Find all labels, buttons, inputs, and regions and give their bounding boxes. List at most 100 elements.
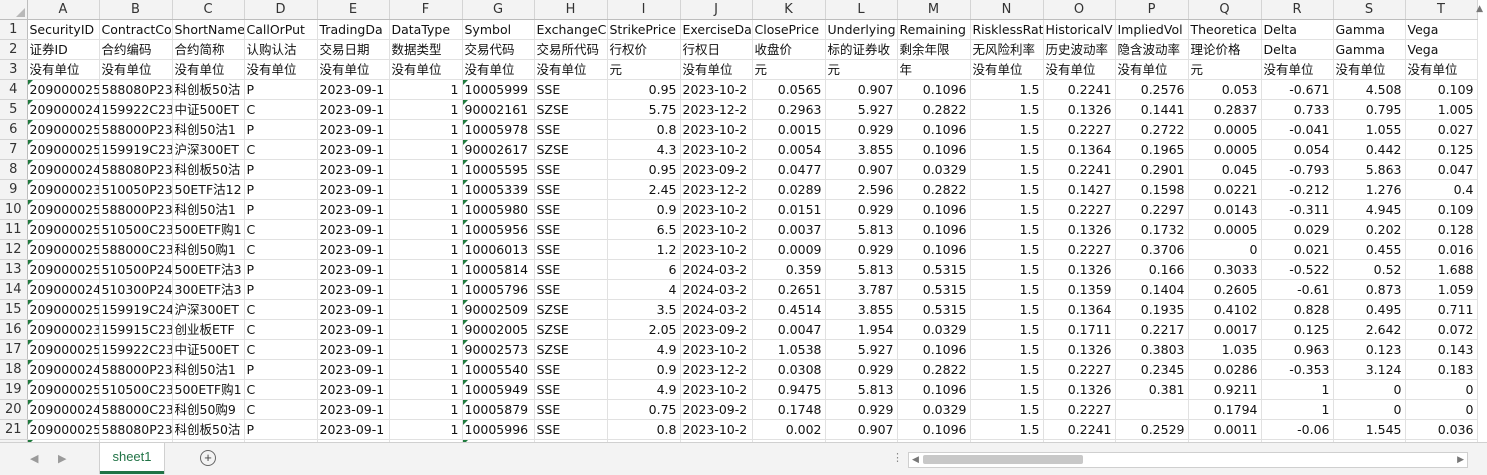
- vertical-scrollbar[interactable]: ▲: [1469, 0, 1487, 442]
- cell-j6[interactable]: 2023-10-2: [680, 119, 753, 140]
- cell-o8[interactable]: 0.2241: [1043, 159, 1116, 180]
- cell-r16[interactable]: 0.125: [1261, 319, 1334, 340]
- cell-f15[interactable]: 1: [389, 299, 463, 320]
- cell-s14[interactable]: 0.873: [1333, 279, 1406, 300]
- row-header[interactable]: 15: [0, 299, 28, 320]
- cell-j8[interactable]: 2023-09-2: [680, 159, 753, 180]
- cell-n7[interactable]: 1.5: [970, 139, 1044, 160]
- cell-j11[interactable]: 2023-10-2: [680, 219, 753, 240]
- cell-j5[interactable]: 2023-12-2: [680, 99, 753, 120]
- cell-i16[interactable]: 2.05: [607, 319, 681, 340]
- cell-k9[interactable]: 0.0289: [752, 179, 826, 200]
- cell-t19[interactable]: 0: [1405, 379, 1478, 400]
- cell-o3[interactable]: 没有单位: [1043, 59, 1116, 80]
- cell-r20[interactable]: 1: [1261, 399, 1334, 420]
- cell-f10[interactable]: 1: [389, 199, 463, 220]
- cell-n21[interactable]: 1.5: [970, 419, 1044, 440]
- cell-f8[interactable]: 1: [389, 159, 463, 180]
- cell-j21[interactable]: 2023-10-2: [680, 419, 753, 440]
- cell-i9[interactable]: 2.45: [607, 179, 681, 200]
- cell-l9[interactable]: 2.596: [825, 179, 898, 200]
- cell-t8[interactable]: 0.047: [1405, 159, 1478, 180]
- cell-p8[interactable]: 0.2901: [1115, 159, 1189, 180]
- cell-j9[interactable]: 2023-12-2: [680, 179, 753, 200]
- row-header[interactable]: 9: [0, 179, 28, 200]
- cell-r8[interactable]: -0.793: [1261, 159, 1334, 180]
- cell-i2[interactable]: 行权价: [607, 39, 681, 60]
- cell-t21[interactable]: 0.036: [1405, 419, 1478, 440]
- cell-r5[interactable]: 0.733: [1261, 99, 1334, 120]
- cell-g1[interactable]: Symbol: [462, 19, 535, 40]
- cell-n4[interactable]: 1.5: [970, 79, 1044, 100]
- cell-d18[interactable]: P: [244, 359, 318, 380]
- cell-t5[interactable]: 1.005: [1405, 99, 1478, 120]
- cell-t7[interactable]: 0.125: [1405, 139, 1478, 160]
- cell-g18[interactable]: 10005540: [462, 359, 535, 380]
- cell-i13[interactable]: 6: [607, 259, 681, 280]
- cell-g3[interactable]: 没有单位: [462, 59, 535, 80]
- cell-c10[interactable]: 科创50沽1: [172, 199, 245, 220]
- cell-l13[interactable]: 5.813: [825, 259, 898, 280]
- cell-q20[interactable]: 0.1794: [1188, 399, 1262, 420]
- column-header-r[interactable]: R: [1261, 0, 1334, 20]
- cell-i12[interactable]: 1.2: [607, 239, 681, 260]
- cell-b2[interactable]: 合约编码: [99, 39, 173, 60]
- cell-p9[interactable]: 0.1598: [1115, 179, 1189, 200]
- cell-c13[interactable]: 500ETF沽3: [172, 259, 245, 280]
- cell-r17[interactable]: 0.963: [1261, 339, 1334, 360]
- cell-k1[interactable]: ClosePrice: [752, 19, 826, 40]
- cell-b4[interactable]: 588080P2309: [99, 79, 173, 100]
- cell-t3[interactable]: 没有单位: [1405, 59, 1478, 80]
- cell-p12[interactable]: 0.3706: [1115, 239, 1189, 260]
- cell-p10[interactable]: 0.2297: [1115, 199, 1189, 220]
- cell-p14[interactable]: 0.1404: [1115, 279, 1189, 300]
- cell-t14[interactable]: 1.059: [1405, 279, 1478, 300]
- cell-s21[interactable]: 1.545: [1333, 419, 1406, 440]
- cell-b5[interactable]: 159922C2312: [99, 99, 173, 120]
- cell-m8[interactable]: 0.0329: [897, 159, 971, 180]
- cell-s4[interactable]: 4.508: [1333, 79, 1406, 100]
- cell-g17[interactable]: 90002573: [462, 339, 535, 360]
- cell-k3[interactable]: 元: [752, 59, 826, 80]
- cell-r10[interactable]: -0.311: [1261, 199, 1334, 220]
- cell-p16[interactable]: 0.2217: [1115, 319, 1189, 340]
- cell-e8[interactable]: 2023-09-1: [317, 159, 390, 180]
- cell-l8[interactable]: 0.907: [825, 159, 898, 180]
- cell-a5[interactable]: 2090000246: [27, 99, 100, 120]
- cell-n6[interactable]: 1.5: [970, 119, 1044, 140]
- cell-d13[interactable]: P: [244, 259, 318, 280]
- cell-q21[interactable]: 0.0011: [1188, 419, 1262, 440]
- cell-q15[interactable]: 0.4102: [1188, 299, 1262, 320]
- cell-f21[interactable]: 1: [389, 419, 463, 440]
- cell-q18[interactable]: 0.0286: [1188, 359, 1262, 380]
- tab-sheet1[interactable]: sheet1: [100, 443, 164, 474]
- row-header[interactable]: 1: [0, 19, 28, 40]
- cell-d16[interactable]: C: [244, 319, 318, 340]
- cell-c12[interactable]: 科创50购1: [172, 239, 245, 260]
- cell-g19[interactable]: 10005949: [462, 379, 535, 400]
- cell-p19[interactable]: 0.381: [1115, 379, 1189, 400]
- cell-q16[interactable]: 0.0017: [1188, 319, 1262, 340]
- cell-c20[interactable]: 科创50购9: [172, 399, 245, 420]
- cell-t20[interactable]: 0: [1405, 399, 1478, 420]
- row-header[interactable]: 14: [0, 279, 28, 300]
- column-header-c[interactable]: C: [172, 0, 245, 20]
- cell-r18[interactable]: -0.353: [1261, 359, 1334, 380]
- cell-j4[interactable]: 2023-10-2: [680, 79, 753, 100]
- cell-m1[interactable]: Remaining: [897, 19, 971, 40]
- spreadsheet-grid[interactable]: ABCDEFGHIJKLMNOPQRST 1 SecurityID Contract…: [0, 0, 1487, 442]
- cell-k20[interactable]: 0.1748: [752, 399, 826, 420]
- cell-i6[interactable]: 0.8: [607, 119, 681, 140]
- cell-b8[interactable]: 588080P2309: [99, 159, 173, 180]
- cell-t12[interactable]: 0.016: [1405, 239, 1478, 260]
- cell-r15[interactable]: 0.828: [1261, 299, 1334, 320]
- cell-g6[interactable]: 10005978: [462, 119, 535, 140]
- cell-e21[interactable]: 2023-09-1: [317, 419, 390, 440]
- column-header-i[interactable]: I: [607, 0, 681, 20]
- cell-o6[interactable]: 0.2227: [1043, 119, 1116, 140]
- column-header-a[interactable]: A: [27, 0, 100, 20]
- cell-m7[interactable]: 0.1096: [897, 139, 971, 160]
- cell-q1[interactable]: Theoretica: [1188, 19, 1262, 40]
- row-header[interactable]: 11: [0, 219, 28, 240]
- cell-f13[interactable]: 1: [389, 259, 463, 280]
